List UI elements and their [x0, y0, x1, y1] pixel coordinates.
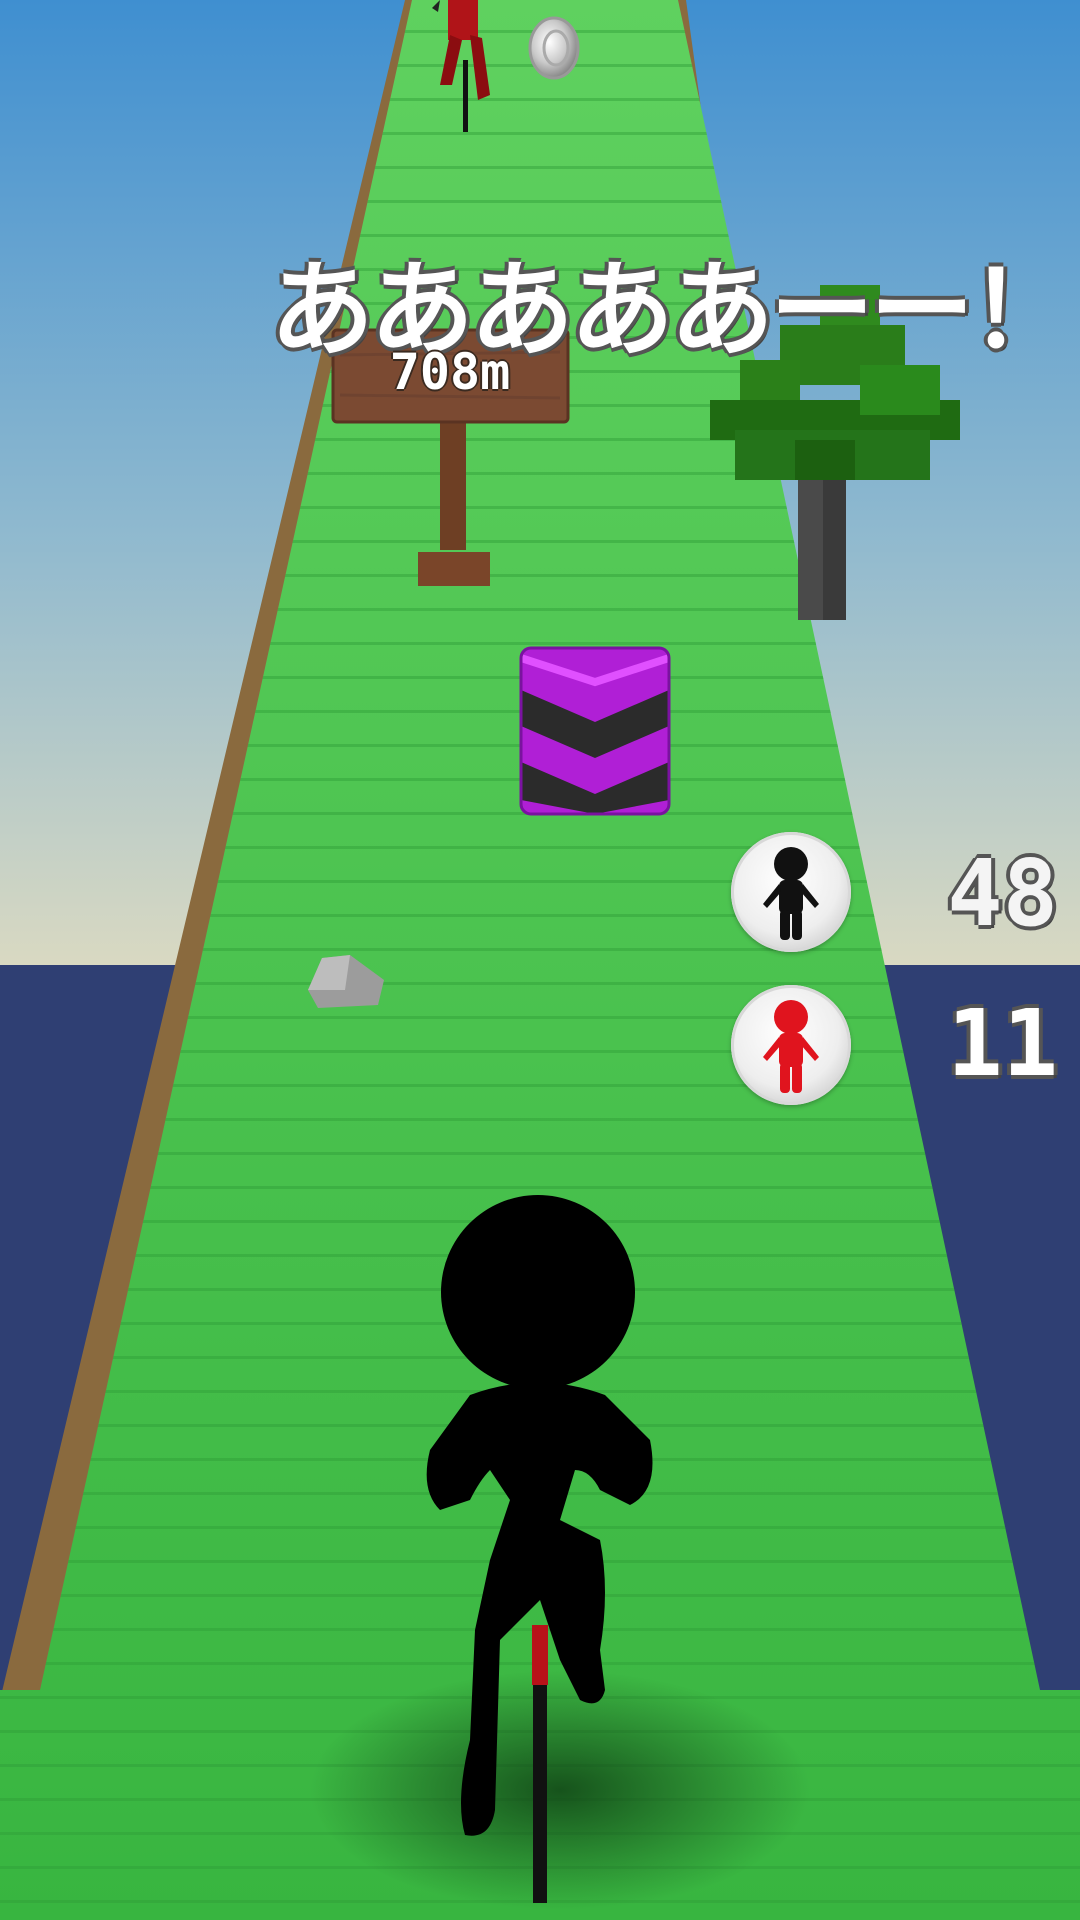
black-player-jump-button[interactable] — [731, 832, 851, 952]
silver-coin — [528, 16, 580, 80]
black-player-score: 48 — [947, 840, 1058, 947]
stickman-icon — [763, 847, 819, 940]
red-player-score: 11 — [947, 990, 1058, 1097]
sign-distance-label: 708m — [389, 343, 511, 401]
red-player-jump-button[interactable] — [731, 985, 851, 1105]
player-shadow — [310, 1670, 810, 1910]
stickman-icon — [763, 1000, 819, 1093]
purple-chevron-block — [519, 646, 671, 816]
